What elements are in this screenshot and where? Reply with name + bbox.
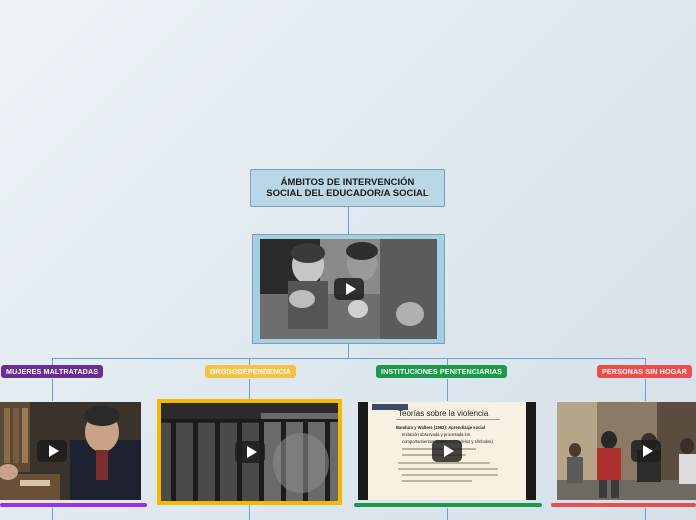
video-inst-play-icon[interactable] — [432, 440, 462, 462]
connector-branch-4-down — [645, 379, 646, 401]
center-video-thumbnail[interactable] — [260, 239, 437, 339]
street-people-image — [557, 402, 696, 500]
connector-root-to-media — [348, 207, 349, 234]
video-mujeres-maltratadas[interactable] — [0, 402, 141, 500]
video-sin-hogar-play-icon[interactable] — [631, 440, 661, 462]
video-drogo-frame — [161, 403, 338, 501]
branch-tag-drogodependencia[interactable]: DROGODEPENDENCIA — [205, 365, 297, 378]
connector-branch-4-tail — [645, 508, 646, 520]
connector-horizontal-bus — [52, 358, 646, 359]
center-video-play-icon[interactable] — [334, 278, 364, 300]
slide-line-2: Imitación observada y procesada los — [402, 432, 470, 437]
center-video-card[interactable] — [252, 234, 445, 344]
branch-label-mujeres-maltratadas: MUJERES MALTRATADAS — [6, 367, 99, 376]
connector-branch-1-tail — [52, 508, 53, 520]
branch-tag-instituciones-penitenciarias[interactable]: INSTITUCIONES PENITENCIARIAS — [376, 365, 508, 378]
slide-text-placeholder-4 — [398, 468, 498, 470]
root-title-line1: ÁMBITOS DE INTERVENCIÓN — [280, 177, 415, 188]
video-drogodependencia[interactable] — [157, 399, 342, 505]
connector-media-to-bus — [348, 344, 349, 358]
root-topic[interactable]: ÁMBITOS DE INTERVENCIÓN SOCIAL DEL EDUCA… — [250, 169, 445, 207]
branch-label-personas-sin-hogar: PERSONAS SIN HOGAR — [602, 367, 687, 376]
branch-tag-personas-sin-hogar[interactable]: PERSONAS SIN HOGAR — [597, 365, 692, 378]
underline-mujeres-maltratadas — [0, 503, 147, 507]
video-personas-sin-hogar[interactable] — [557, 402, 696, 500]
underline-instituciones-penitenciarias — [354, 503, 542, 507]
interview-man-image — [0, 402, 141, 500]
root-title-line2: SOCIAL DEL EDUCADOR/A SOCIAL — [266, 188, 429, 199]
underline-personas-sin-hogar — [551, 503, 696, 507]
slide-text-placeholder-5 — [402, 474, 498, 476]
slide-title-rule — [396, 419, 500, 420]
connector-branch-3-down — [447, 379, 448, 401]
branch-tag-mujeres-maltratadas[interactable]: MUJERES MALTRATADAS — [1, 365, 104, 378]
slide-text-placeholder-3 — [398, 462, 490, 464]
slide-text-placeholder-6 — [402, 480, 472, 482]
branch-label-instituciones-penitenciarias: INSTITUCIONES PENITENCIARIAS — [381, 367, 503, 376]
connector-branch-3-tail — [447, 508, 448, 520]
connector-branch-1-down — [52, 379, 53, 401]
video-mujeres-play-icon[interactable] — [37, 440, 67, 462]
connector-branch-2-tail — [249, 505, 250, 520]
branch-label-drogodependencia: DROGODEPENDENCIA — [210, 367, 292, 376]
video-instituciones-penitenciarias[interactable]: Teorías sobre la violencia Bandura y Wal… — [358, 402, 536, 500]
slide-bullet-1: Bandura y Walters (1963): Aprendizaje so… — [396, 425, 486, 430]
slide-title: Teorías sobre la violencia — [398, 409, 489, 418]
video-drogo-play-icon[interactable] — [235, 441, 265, 463]
connector-branch-2-down — [249, 379, 250, 399]
